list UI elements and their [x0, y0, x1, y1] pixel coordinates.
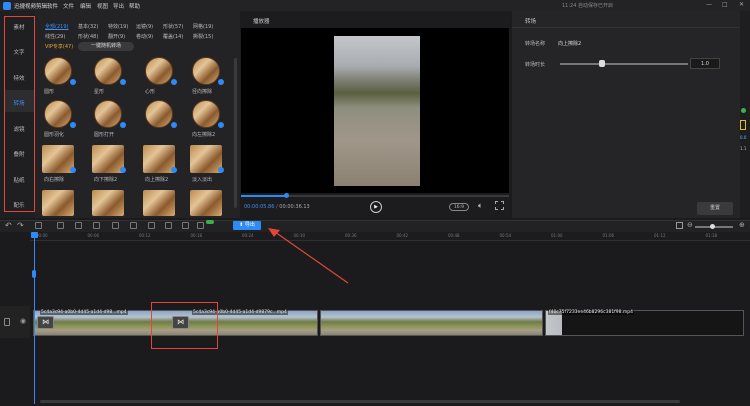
annotation-arrow — [268, 228, 349, 284]
